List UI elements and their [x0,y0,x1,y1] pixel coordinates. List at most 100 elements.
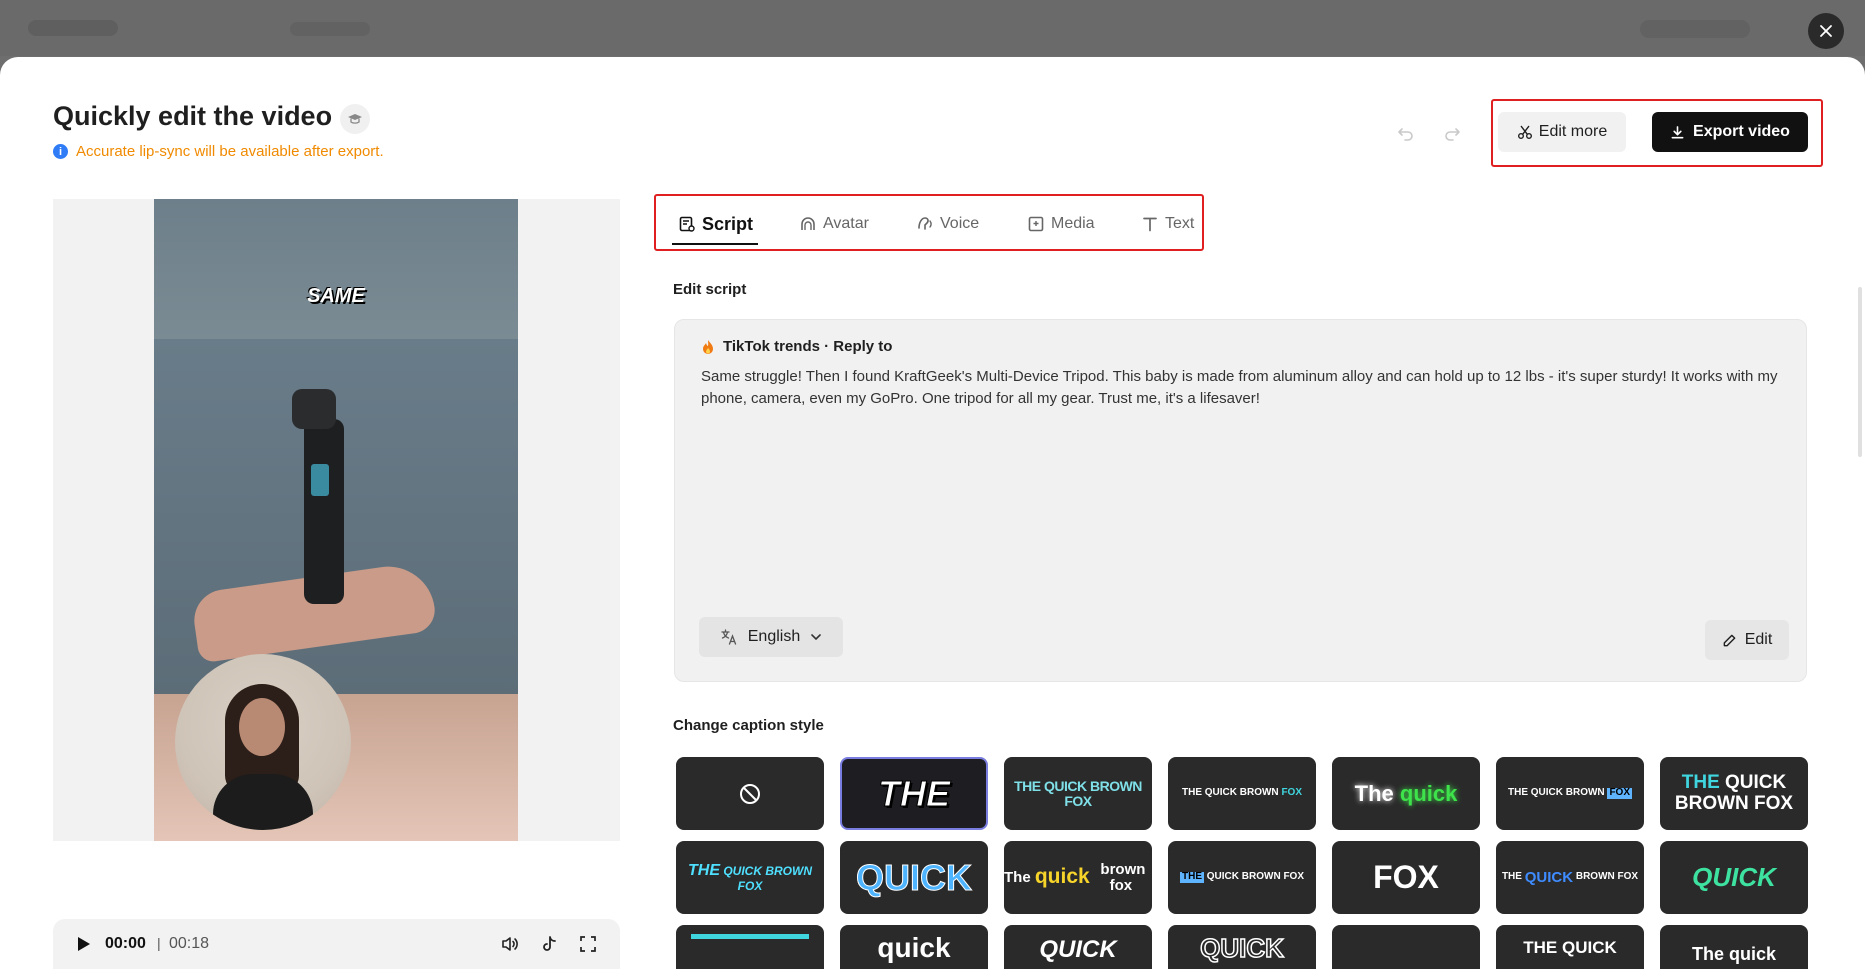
caption-accent-word: THE [688,861,720,879]
caption-style-option[interactable]: THE [840,757,988,830]
quick-edit-modal: Quickly edit the video i Accurate lip-sy… [0,57,1865,969]
volume-button[interactable] [499,933,521,955]
tutorial-button[interactable] [340,104,370,134]
caption-style-option[interactable]: quick [840,925,988,969]
tab-media[interactable]: Media [1027,209,1095,239]
fullscreen-button[interactable] [577,933,599,955]
translate-icon [721,629,736,645]
caption-accent-word: FOX [1281,787,1302,799]
modal-scrollbar[interactable] [1858,287,1862,457]
tab-label: Avatar [823,215,869,232]
caption-style-heading: Change caption style [673,717,824,734]
caption-style-option[interactable]: QUICK [1168,925,1316,969]
gimbal-screen-image [311,464,329,496]
play-button[interactable] [73,934,93,954]
video-scene-top [154,199,518,339]
tab-voice[interactable]: Voice [916,209,979,239]
tab-label: Text [1165,215,1195,232]
language-label: English [747,628,801,645]
download-icon [1671,125,1684,138]
player-controls: 00:00 | 00:18 [53,919,620,969]
caption-accent-word: THE [1681,771,1720,793]
volume-icon [502,937,518,951]
media-icon [1028,216,1044,232]
background-blur [1640,20,1750,38]
caption-style-grid: THE THE QUICK BROWN FOX THE QUICK BROWN … [676,757,1808,969]
tab-label: Media [1051,215,1095,232]
total-time: 00:18 [169,935,210,952]
tab-avatar[interactable]: Avatar [799,209,869,239]
info-icon: i [53,144,68,159]
caption-style-option[interactable]: QUICK [1004,925,1152,969]
caption-style-option[interactable]: THE QUICK BROWN FOX [1496,841,1644,914]
close-button[interactable] [1808,13,1844,49]
script-icon [679,216,695,232]
edit-label: Edit [1744,631,1773,648]
current-time: 00:00 [105,935,146,952]
caption-accent-word: quick [1399,780,1458,806]
caption-style-option[interactable]: THE QUICK BROWN FOX [1496,757,1644,830]
active-tab-indicator [672,243,758,245]
tab-text[interactable]: Text [1141,209,1194,239]
caption-accent-word: THE [1180,871,1204,883]
edit-more-button[interactable]: Edit more [1498,112,1626,152]
chevron-down-icon [811,634,822,641]
video-overlay-caption: SAME [307,285,365,307]
script-text[interactable]: Same struggle! Then I found KraftGeek's … [701,366,1781,410]
script-editor[interactable]: TikTok trends · Reply to Same struggle! … [674,319,1807,682]
avatar-bubble [175,654,351,830]
caption-bar [691,934,809,939]
tiktok-icon [543,936,556,951]
scissors-icon [1517,125,1532,139]
voice-icon [918,217,932,230]
caption-style-option[interactable]: QUICK [1660,841,1808,914]
caption-style-option[interactable] [676,925,824,969]
script-source-label: TikTok trends · Reply to [723,338,893,355]
play-icon [78,937,90,951]
caption-accent-word: QUICK [1524,868,1574,886]
page-title: Quickly edit the video [53,101,333,131]
caption-style-option[interactable]: THE QUICK BROWN FOX [1004,757,1152,830]
caption-style-option[interactable]: THE QUICK BROWN FOX [1168,757,1316,830]
caption-style-option[interactable]: THE QUICK [1496,925,1644,969]
undo-icon [1398,128,1413,141]
caption-style-none[interactable] [676,757,824,830]
no-caption-icon [740,783,760,804]
export-video-button[interactable]: Export video [1652,112,1808,152]
text-icon [1143,217,1157,232]
undo-button[interactable] [1392,119,1420,147]
pencil-icon [1723,634,1736,646]
edit-script-button[interactable]: Edit [1705,620,1789,660]
time-separator: | [157,935,161,951]
redo-button[interactable] [1438,119,1466,147]
caption-style-option[interactable]: THE QUICK BROWN FOX [1168,841,1316,914]
avatar-icon [801,217,815,230]
edit-script-heading: Edit script [673,281,747,298]
caption-accent-word: FOX [1607,787,1632,799]
tiktok-preview-button[interactable] [538,933,560,955]
caption-style-option[interactable]: The quick brown fox [1004,841,1152,914]
avatar-body [213,774,313,830]
caption-style-option[interactable]: QUICK [840,841,988,914]
caption-style-option[interactable] [1332,925,1480,969]
redo-icon [1445,128,1460,141]
tab-label: Voice [940,215,980,232]
caption-style-option[interactable]: THE QUICK BROWN FOX [676,841,824,914]
close-icon [1820,25,1832,37]
caption-style-option[interactable]: FOX [1332,841,1480,914]
background-blur [290,22,370,36]
lip-sync-notice: i Accurate lip-sync will be available af… [53,143,384,160]
tab-label: Script [702,213,754,234]
notice-text: Accurate lip-sync will be available afte… [76,143,384,160]
caption-style-option[interactable]: THE QUICK BROWN FOX [1660,757,1808,830]
export-video-label: Export video [1693,123,1790,140]
background-blur [28,20,118,36]
tab-script[interactable]: Script [678,209,753,239]
caption-accent-word: quick [1034,865,1090,889]
gimbal-head-image [292,389,336,429]
avatar-face [239,698,285,756]
background-app-bar [0,0,1865,56]
caption-style-option[interactable]: The quick [1660,925,1808,969]
language-select[interactable]: English [699,617,843,657]
caption-style-option[interactable]: The quick [1332,757,1480,830]
